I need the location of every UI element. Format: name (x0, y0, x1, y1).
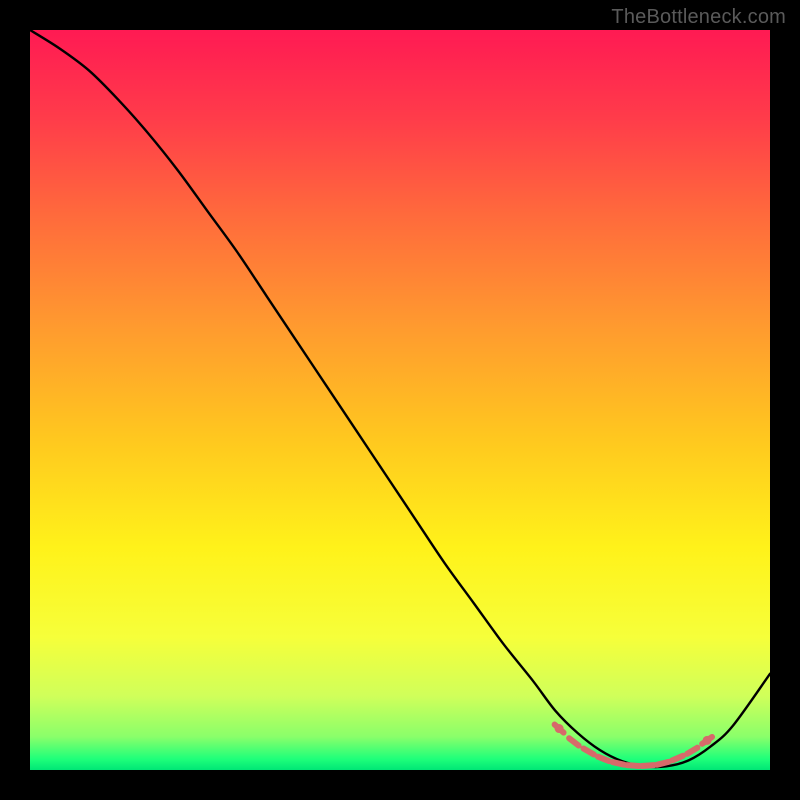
marker-tick (657, 762, 669, 765)
marker-tick (598, 757, 609, 761)
marker-endcap (555, 724, 564, 733)
marker-endcap (703, 736, 712, 745)
bottleneck-chart (30, 30, 770, 770)
marker-tick (627, 765, 639, 766)
watermark-text: TheBottleneck.com (611, 6, 786, 29)
marker-tick (642, 765, 654, 766)
gradient-background (30, 30, 770, 770)
chart-frame: TheBottleneck.com (0, 0, 800, 800)
plot-area (30, 30, 770, 770)
marker-tick (612, 762, 624, 765)
